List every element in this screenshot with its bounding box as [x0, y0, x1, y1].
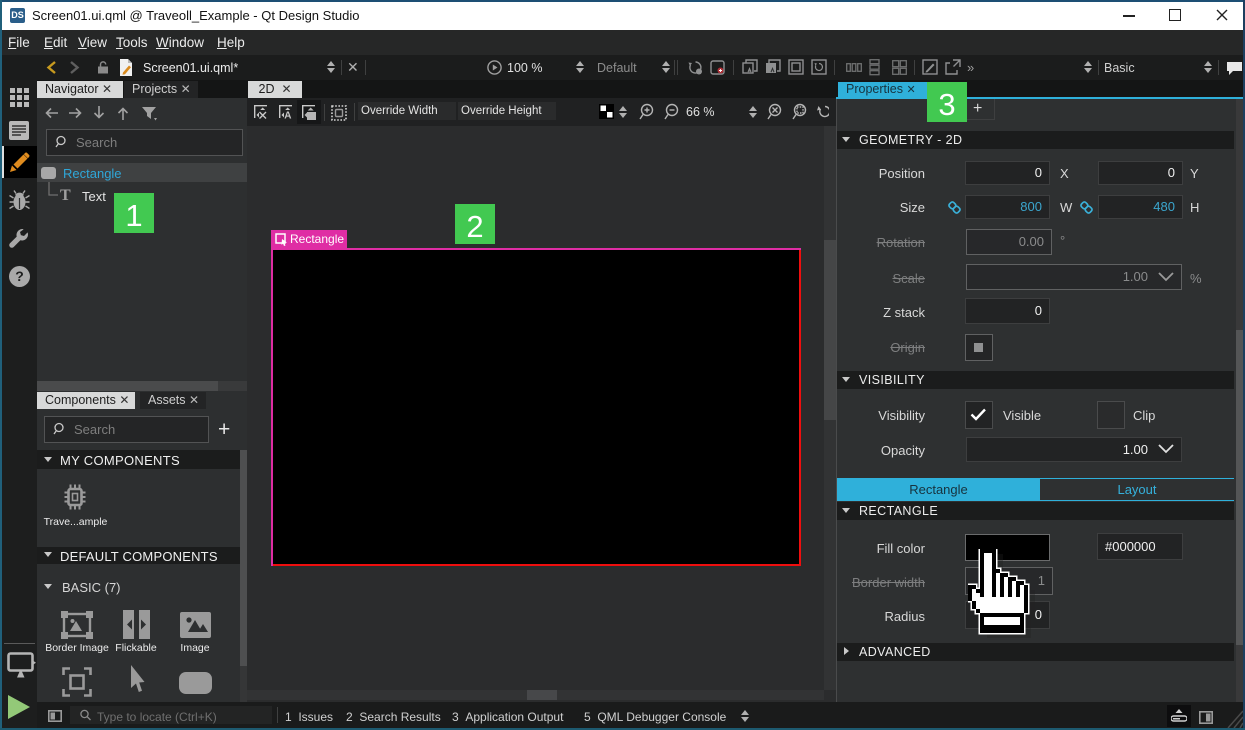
svg-text:2: 2 [466, 209, 483, 244]
svg-text:3: 3 [938, 87, 955, 122]
svg-text:1: 1 [125, 198, 142, 233]
svg-text:A: A [284, 111, 291, 122]
